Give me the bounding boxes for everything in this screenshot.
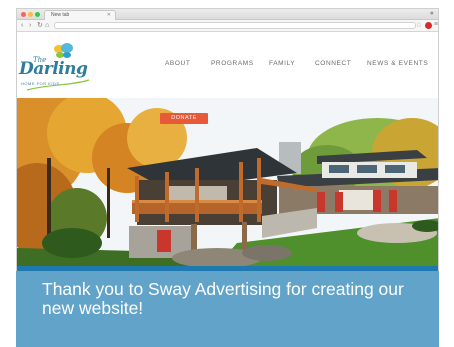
forward-icon[interactable]: › <box>29 21 31 30</box>
nav-connect[interactable]: CONNECT <box>315 60 351 67</box>
site-logo[interactable]: The Darling HOME FOR KIDS <box>19 40 91 92</box>
hero-image: DONATE <box>17 98 438 266</box>
browser-toolbar: ‹ › ↻ ⌂ ☆ ≡ <box>17 20 438 32</box>
star-icon[interactable]: ☆ <box>416 21 422 29</box>
profile-icon[interactable]: ● <box>430 10 434 17</box>
nav-about[interactable]: ABOUT <box>165 60 190 67</box>
logo-tagline: HOME FOR KIDS <box>21 81 60 86</box>
nav-news-events[interactable]: NEWS & EVENTS <box>367 60 428 67</box>
home-icon[interactable]: ⌂ <box>45 21 49 30</box>
nav-family[interactable]: FAMILY <box>269 60 295 67</box>
reload-icon[interactable]: ↻ <box>37 21 43 30</box>
back-icon[interactable]: ‹ <box>21 21 23 30</box>
nav-programs[interactable]: PROGRAMS <box>211 60 254 67</box>
site-header: The Darling HOME FOR KIDS ABOUT PROGRAMS… <box>17 32 438 98</box>
browser-tab[interactable]: New tab ✕ <box>44 10 116 20</box>
title-bar: New tab ✕ ● <box>17 9 438 20</box>
menu-icon[interactable]: ≡ <box>434 21 438 28</box>
tab-title: New tab <box>51 12 70 18</box>
extension-icon[interactable] <box>425 22 432 29</box>
minimize-window-button[interactable] <box>28 12 33 17</box>
maximize-window-button[interactable] <box>35 12 40 17</box>
address-bar[interactable] <box>54 22 416 29</box>
logo-name: Darling <box>19 59 88 79</box>
lodge-photo <box>17 98 438 266</box>
tab-close-icon[interactable]: ✕ <box>107 11 111 20</box>
caption-box: Thank you to Sway Advertising for creati… <box>16 271 439 347</box>
close-window-button[interactable] <box>21 12 26 17</box>
browser-window: New tab ✕ ● ‹ › ↻ ⌂ ☆ ≡ The Darling HOME… <box>16 8 439 298</box>
donate-button[interactable]: DONATE <box>160 113 208 124</box>
caption-text: Thank you to Sway Advertising for creati… <box>42 279 404 318</box>
